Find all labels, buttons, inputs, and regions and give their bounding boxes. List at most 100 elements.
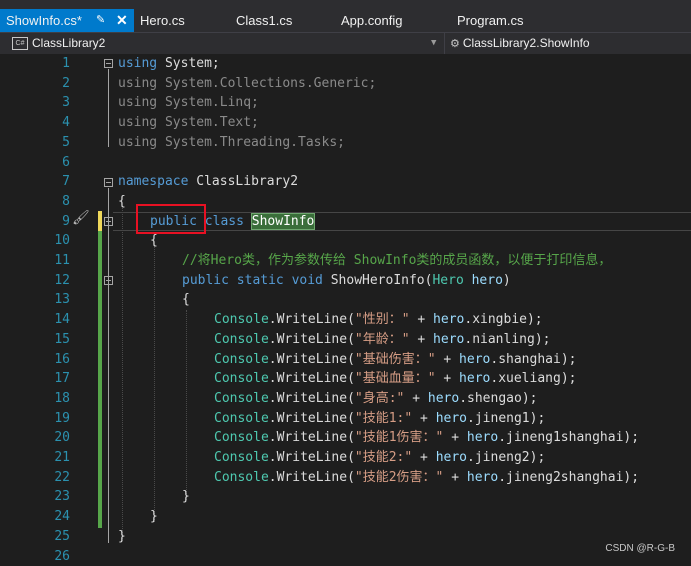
code-text: { [182,290,190,310]
line-number: 7 [40,172,70,192]
field-name: shengao [467,391,522,406]
string-literal: "技能2:" [355,450,412,465]
pin-icon[interactable]: ✎ [96,9,105,32]
line-number: 1 [40,54,70,74]
code-text: using System.Collections.Generic; [118,74,376,94]
class-name: Console [214,470,269,485]
operator: + [443,430,466,445]
annotation-highlight-box [136,204,206,234]
method-name: WriteLine [277,332,347,347]
class-name: Console [214,352,269,367]
string-literal: "身高:" [355,391,404,406]
tab-showinfo[interactable]: ShowInfo.cs* ✎ ✕ [0,9,134,32]
project-dropdown[interactable]: C#ClassLibrary2 [12,33,442,54]
code-token: System; [157,56,220,71]
method-name: WriteLine [277,470,347,485]
method-name: ShowHeroInfo( [323,273,433,288]
code-text: Console.WriteLine("基础血量：" + hero.xuelian… [214,369,576,389]
code-line: 9 public class ShowInfo [0,212,691,232]
code-line: 5 using System.Threading.Tasks; [0,133,691,153]
line-number: 4 [40,113,70,133]
variable: hero [467,470,498,485]
variable: hero [436,411,467,426]
code-text: Console.WriteLine("技能2:" + hero.jineng2)… [214,448,545,468]
code-line: 17Console.WriteLine("基础血量：" + hero.xueli… [0,369,691,389]
code-line: 13 { [0,290,691,310]
line-number: 22 [40,468,70,488]
line-number: 24 [40,507,70,527]
code-text: } [118,527,126,547]
variable: hero [428,391,459,406]
code-line: 19Console.WriteLine("技能1:" + hero.jineng… [0,409,691,429]
code-editor[interactable]: 🖌 1 using System; 2 using System.Collect… [0,54,691,564]
line-number: 15 [40,330,70,350]
tab-bar: ShowInfo.cs* ✎ ✕ Hero.cs Class1.cs App.c… [0,0,691,32]
tab-app-config[interactable]: App.config [335,9,445,32]
string-literal: "技能2伤害：" [355,470,443,485]
code-text: namespace ClassLibrary2 [118,172,298,192]
code-token: ClassLibrary2 [188,174,298,189]
code-text: { [150,231,158,251]
class-name: Console [214,450,269,465]
field-name: jineng1 [475,411,530,426]
code-line: 26 [0,547,691,566]
keyword: namespace [118,174,188,189]
code-line: 7 namespace ClassLibrary2 [0,172,691,192]
code-text: } [182,487,190,507]
member-dropdown[interactable]: ⚙ClassLibrary2.ShowInfo [450,33,690,54]
method-name: WriteLine [277,430,347,445]
class-name: Console [214,411,269,426]
line-number: 6 [40,153,70,173]
code-line: 8 { [0,192,691,212]
string-literal: "性别：" [355,312,410,327]
field-name: jineng1shanghai [506,430,623,445]
code-text: Console.WriteLine("技能1:" + hero.jineng1)… [214,409,545,429]
field-name: jineng2 [475,450,530,465]
code-text: public static void ShowHeroInfo(Hero her… [182,271,511,291]
chevron-down-icon[interactable]: ▼ [431,33,436,54]
project-name: ClassLibrary2 [32,36,105,50]
class-name: Console [214,332,269,347]
line-number: 14 [40,310,70,330]
line-number: 11 [40,251,70,271]
operator: + [412,450,435,465]
close-icon[interactable]: ✕ [116,9,128,32]
navigation-bar: C#ClassLibrary2 ▼ ⚙ClassLibrary2.ShowInf… [0,32,691,55]
code-line: 16Console.WriteLine("基础伤害：" + hero.shang… [0,350,691,370]
tab-hero[interactable]: Hero.cs [134,9,230,32]
code-line: 14 Console.WriteLine("性别：" + hero.xingbie… [0,310,691,330]
code-line: 1 using System; [0,54,691,74]
line-number: 23 [40,487,70,507]
method-name: WriteLine [277,411,347,426]
code-line: 18Console.WriteLine("身高:" + hero.shengao… [0,389,691,409]
class-name: Hero [432,273,463,288]
code-text: Console.WriteLine("技能2伤害：" + hero.jineng… [214,468,639,488]
variable: hero [459,371,490,386]
string-literal: "基础伤害：" [355,352,436,367]
string-literal: "年龄：" [355,332,410,347]
tab-program[interactable]: Program.cs [451,9,561,32]
line-number: 25 [40,527,70,547]
code-text: Console.WriteLine("技能1伤害：" + hero.jineng… [214,428,639,448]
line-number: 8 [40,192,70,212]
class-name: Console [214,391,269,406]
comment: //将Hero类，作为参数传给 ShowInfo类的成员函数，以便于打印信息， [182,251,611,271]
code-text: using System.Threading.Tasks; [118,133,345,153]
code-line: 11 //将Hero类，作为参数传给 ShowInfo类的成员函数，以便于打印信… [0,251,691,271]
method-name: WriteLine [277,371,347,386]
divider [444,33,445,54]
operator: + [404,391,427,406]
method-name: WriteLine [277,352,347,367]
code-text: using System.Linq; [118,93,259,113]
tab-label: Class1.cs [230,13,292,28]
field-name: shanghai [498,352,561,367]
class-name: Console [214,371,269,386]
code-line: 12 public static void ShowHeroInfo(Hero … [0,271,691,291]
string-literal: "基础血量：" [355,371,436,386]
code-line: 24 } [0,507,691,527]
tab-class1[interactable]: Class1.cs [230,9,330,32]
method-name: WriteLine [277,391,347,406]
line-number: 5 [40,133,70,153]
code-text: Console.WriteLine("性别：" + hero.xingbie); [214,310,543,330]
field-name: nianling [472,332,535,347]
